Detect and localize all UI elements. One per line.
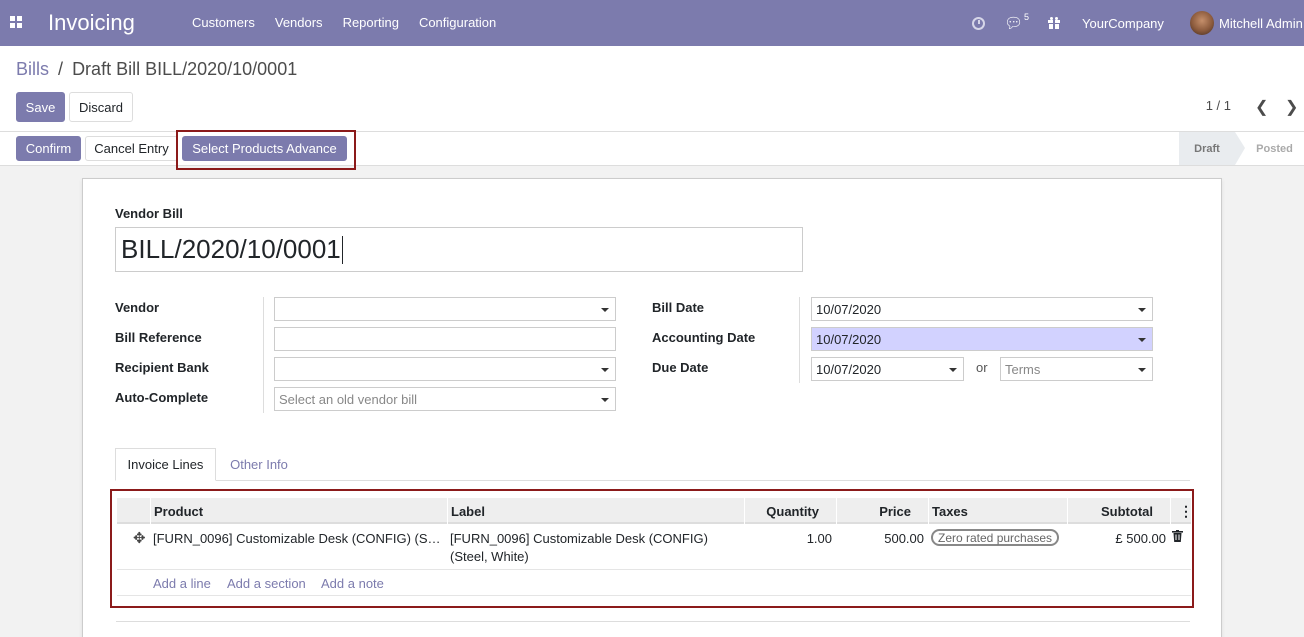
bill-name-value: BILL/2020/10/0001 xyxy=(121,234,341,264)
messages-button[interactable]: 💬︎ 5 xyxy=(1004,0,1029,46)
left-group-divider xyxy=(263,297,264,413)
accounting-date-label: Accounting Date xyxy=(652,330,756,345)
breadcrumb-current: Draft Bill BILL/2020/10/0001 xyxy=(72,59,298,79)
recipient-bank-label: Recipient Bank xyxy=(115,360,209,375)
bill-reference-input[interactable] xyxy=(274,327,616,351)
highlight-select-products xyxy=(176,130,356,170)
discard-button[interactable]: Discard xyxy=(69,92,133,122)
activity-button[interactable] xyxy=(972,0,985,46)
bill-date-input[interactable]: 10/07/2020 xyxy=(811,297,1153,321)
auto-complete-label: Auto-Complete xyxy=(115,390,209,405)
accounting-date-value: 10/07/2020 xyxy=(816,331,882,347)
chevron-down-icon xyxy=(1138,308,1146,312)
menu-customers[interactable]: Customers xyxy=(192,15,255,30)
due-date-input[interactable]: 10/07/2020 xyxy=(811,357,964,381)
chevron-down-icon xyxy=(949,368,957,372)
chevron-down-icon xyxy=(601,398,609,402)
bill-reference-label: Bill Reference xyxy=(115,330,202,345)
apps-menu-icon[interactable] xyxy=(10,16,23,29)
top-navbar: Invoicing Customers Vendors Reporting Co… xyxy=(0,0,1304,46)
confirm-button[interactable]: Confirm xyxy=(16,136,81,161)
clock-icon xyxy=(972,16,985,30)
save-button[interactable]: Save xyxy=(16,92,65,122)
chevron-down-icon xyxy=(1138,368,1146,372)
breadcrumb-separator: / xyxy=(58,59,64,79)
vendor-bill-label: Vendor Bill xyxy=(115,206,183,221)
auto-complete-select[interactable]: Select an old vendor bill xyxy=(274,387,616,411)
bill-date-label: Bill Date xyxy=(652,300,705,315)
breadcrumb-bills[interactable]: Bills xyxy=(16,59,49,79)
pager-previous-icon[interactable]: ❮ xyxy=(1255,97,1268,117)
payment-terms-select[interactable]: Terms xyxy=(1000,357,1153,381)
breadcrumb: Bills / Draft Bill BILL/2020/10/0001 xyxy=(16,59,297,80)
stage-draft[interactable]: Draft xyxy=(1179,132,1245,165)
stage-posted[interactable]: Posted xyxy=(1245,132,1304,165)
tab-other-info[interactable]: Other Info xyxy=(220,448,298,481)
highlight-invoice-lines xyxy=(110,489,1194,608)
pager-next-icon[interactable]: ❯ xyxy=(1285,97,1298,117)
recipient-bank-select[interactable] xyxy=(274,357,616,381)
tab-invoice-lines[interactable]: Invoice Lines xyxy=(115,448,216,481)
cancel-entry-button[interactable]: Cancel Entry xyxy=(85,136,178,161)
chevron-down-icon xyxy=(1138,338,1146,342)
due-date-value: 10/07/2020 xyxy=(816,361,882,377)
control-panel: Bills / Draft Bill BILL/2020/10/0001 Sav… xyxy=(0,46,1304,132)
menu-vendors[interactable]: Vendors xyxy=(275,15,323,30)
avatar xyxy=(1190,11,1214,35)
menu-configuration[interactable]: Configuration xyxy=(419,15,496,30)
app-title[interactable]: Invoicing xyxy=(48,10,135,36)
main-menu: Customers Vendors Reporting Configuratio… xyxy=(192,15,516,30)
chevron-down-icon xyxy=(601,308,609,312)
right-group-divider xyxy=(799,297,800,383)
user-menu[interactable]: Mitchell Admin xyxy=(1190,0,1303,46)
vendor-select[interactable] xyxy=(274,297,616,321)
due-date-label: Due Date xyxy=(652,360,709,375)
bill-name-field[interactable]: BILL/2020/10/0001 xyxy=(115,227,803,272)
or-label: or xyxy=(976,360,988,375)
accounting-date-input[interactable]: 10/07/2020 xyxy=(811,327,1153,351)
gift-icon xyxy=(1048,17,1060,29)
messages-badge: 5 xyxy=(1024,12,1030,22)
vendor-label: Vendor xyxy=(115,300,160,315)
chat-icon: 💬︎ xyxy=(1004,15,1024,32)
section-divider xyxy=(116,621,1190,622)
auto-complete-placeholder: Select an old vendor bill xyxy=(279,391,418,407)
bill-date-value: 10/07/2020 xyxy=(816,301,882,317)
terms-placeholder: Terms xyxy=(1005,361,1041,377)
company-switcher[interactable]: YourCompany xyxy=(1082,0,1164,46)
chevron-down-icon xyxy=(601,368,609,372)
gift-button[interactable] xyxy=(1048,0,1060,46)
user-name: Mitchell Admin xyxy=(1219,15,1303,31)
pager-value[interactable]: 1 / 1 xyxy=(1206,98,1231,113)
menu-reporting[interactable]: Reporting xyxy=(343,15,399,30)
